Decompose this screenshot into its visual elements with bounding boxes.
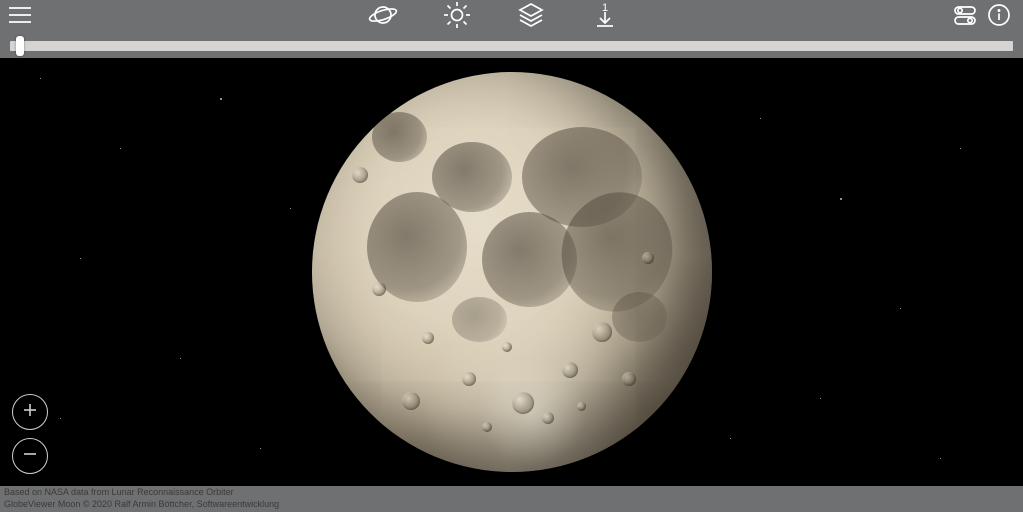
info-icon	[987, 3, 1011, 32]
toggles-icon	[953, 3, 977, 32]
plus-icon	[21, 401, 39, 424]
zoom-controls	[12, 394, 48, 474]
sun-button[interactable]	[442, 2, 472, 32]
planet-icon	[368, 1, 398, 34]
info-button[interactable]	[986, 2, 1012, 32]
credit-line-2: GlobeViewer Moon © 2020 Ralf Armin Böttc…	[4, 499, 1019, 511]
time-slider[interactable]	[10, 41, 1013, 51]
layers-button[interactable]	[516, 2, 546, 32]
zoom-out-button[interactable]	[12, 438, 48, 474]
time-slider-thumb[interactable]	[16, 36, 24, 56]
credit-line-1: Based on NASA data from Lunar Reconnaiss…	[4, 487, 1019, 499]
app-root: 1	[0, 0, 1023, 512]
globe-viewport[interactable]	[0, 58, 1023, 486]
planet-button[interactable]	[368, 2, 398, 32]
layers-icon	[517, 2, 545, 33]
zoom-in-button[interactable]	[12, 394, 48, 430]
sun-icon	[443, 1, 471, 34]
top-toolbar: 1	[0, 0, 1023, 34]
hamburger-icon	[7, 4, 33, 31]
minus-icon	[21, 445, 39, 468]
settings-button[interactable]	[952, 2, 978, 32]
moon-globe[interactable]	[312, 72, 712, 472]
footer-credits: Based on NASA data from Lunar Reconnaiss…	[0, 486, 1023, 512]
menu-button[interactable]	[5, 2, 35, 32]
time-slider-bar	[0, 34, 1023, 58]
download-icon: 1	[591, 1, 619, 34]
download-button[interactable]: 1	[590, 2, 620, 32]
